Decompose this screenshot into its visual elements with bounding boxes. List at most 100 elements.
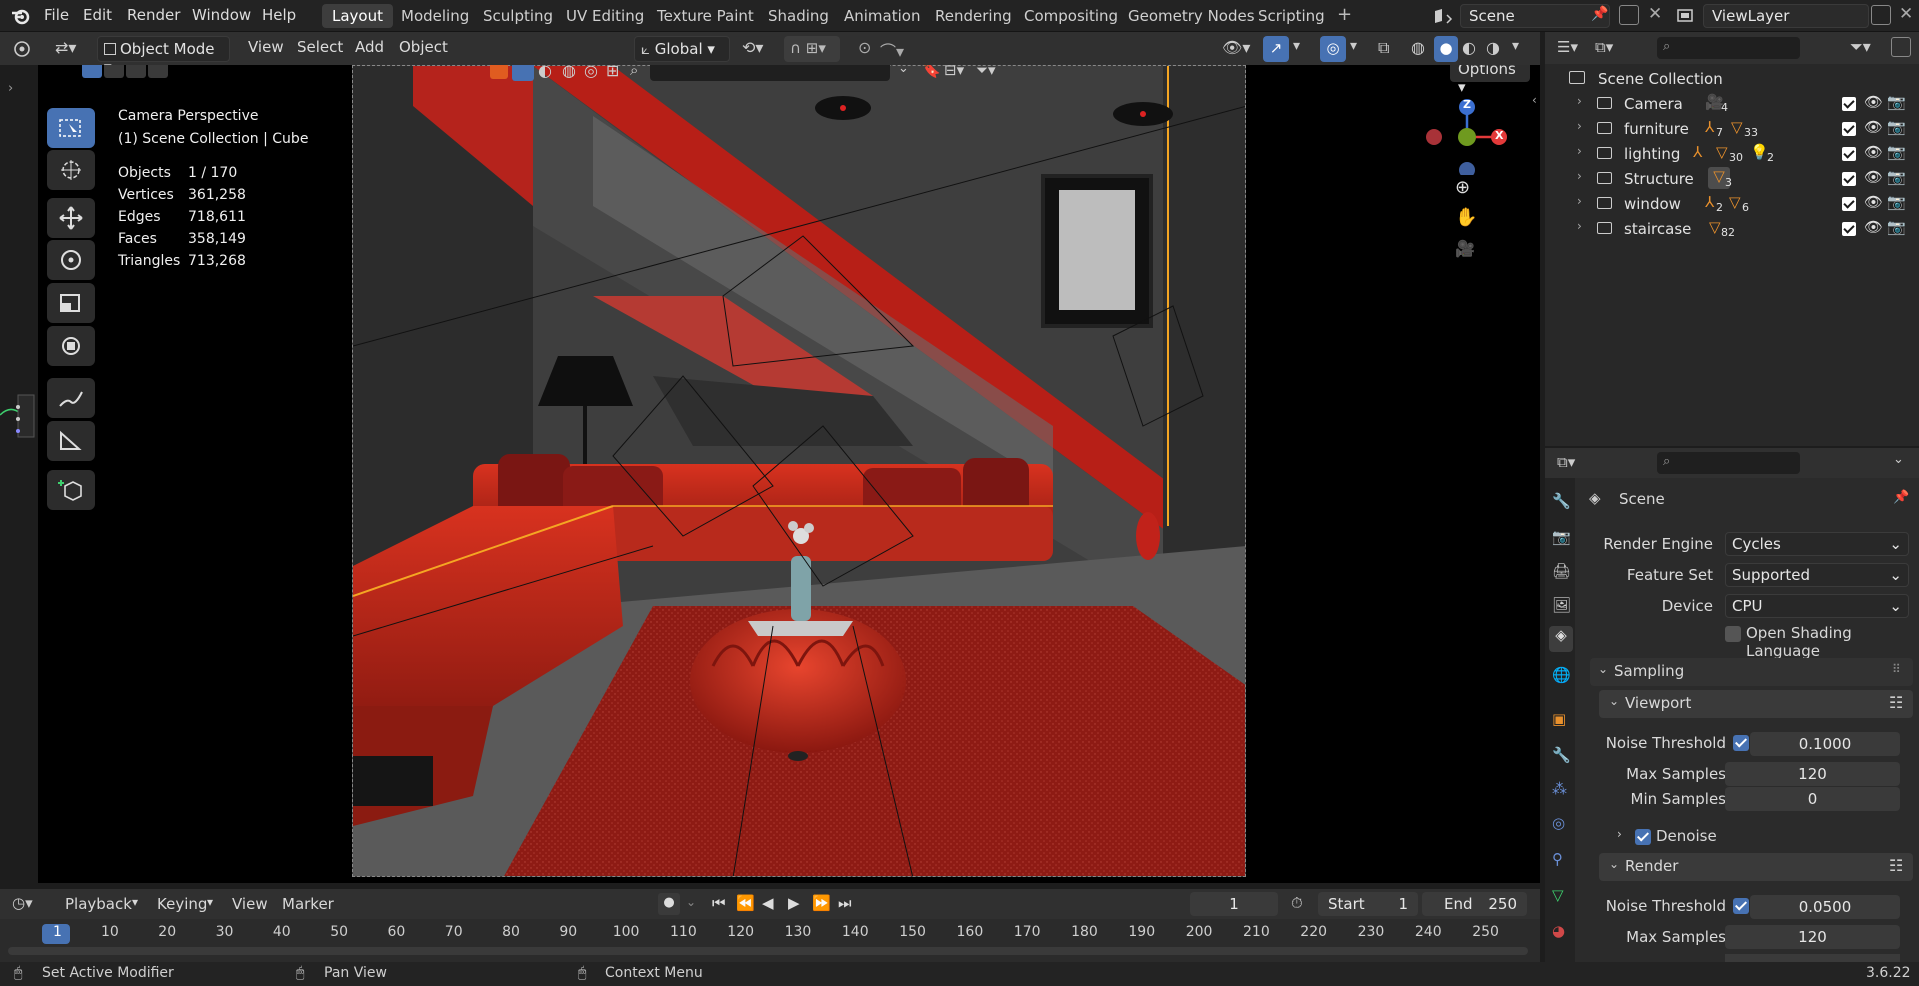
funnel-icon[interactable]: ⏷▾	[976, 65, 996, 79]
outliner-row-staircase[interactable]: › staircase ▽ 82 👁 📷	[1545, 217, 1919, 242]
transform-orientation-dropdown[interactable]: ⟀ Global ▾	[634, 36, 730, 62]
play-reverse-icon[interactable]: ◀	[762, 894, 774, 912]
falloff-icon[interactable]: ⌒▾	[880, 38, 904, 62]
move-tool[interactable]	[47, 198, 95, 238]
denoise-checkbox[interactable]	[1635, 829, 1651, 845]
menu-file[interactable]: File	[44, 6, 69, 24]
data-tab-icon[interactable]: ▽	[1552, 886, 1564, 904]
render-camera-icon[interactable]: 📷	[1887, 143, 1906, 161]
device-dropdown[interactable]: CPU ⌄	[1725, 594, 1909, 618]
viewport-noise-threshold-field[interactable]: 0.1000	[1750, 732, 1900, 756]
outliner-row-structure[interactable]: › Structure ▽ 3 👁 📷	[1545, 167, 1919, 192]
tab-geometry-nodes[interactable]: Geometry Nodes	[1118, 4, 1265, 28]
keying-menu[interactable]: Keying	[157, 895, 207, 913]
tab-sculpting[interactable]: Sculpting	[473, 4, 563, 28]
expand-icon[interactable]: ›	[1577, 119, 1582, 133]
constraints-tab-icon[interactable]: ⚲	[1552, 850, 1563, 868]
viewport-min-samples-field[interactable]: 0	[1725, 787, 1900, 811]
filter-camera-icon[interactable]: ⊞	[606, 65, 619, 80]
bookmark-icon[interactable]: 🔖	[922, 65, 941, 79]
modifier-tab-icon[interactable]: 🔧	[1552, 746, 1571, 764]
render-camera-icon[interactable]: 📷	[1887, 168, 1906, 186]
visibility-icon[interactable]: 👁▾	[1222, 38, 1250, 57]
sort-icon[interactable]: ⊟▾	[944, 65, 964, 79]
snap-toggle-icon[interactable]: ∩ ⊞▾	[784, 36, 840, 62]
add-cube-tool[interactable]	[47, 470, 95, 510]
expand-icon[interactable]: ›	[1577, 219, 1582, 233]
timeline-view-menu[interactable]: View	[232, 895, 268, 913]
osl-checkbox[interactable]	[1725, 626, 1741, 642]
render-camera-icon[interactable]: 📷	[1887, 118, 1906, 136]
outliner-row-camera[interactable]: › Camera 🎥 4 👁 📷	[1545, 92, 1919, 117]
render-tab-icon[interactable]: 📷	[1552, 528, 1571, 546]
marker-menu[interactable]: Marker	[282, 895, 334, 913]
select-extend-icon[interactable]	[104, 65, 124, 78]
eye-icon[interactable]: 👁	[1864, 218, 1883, 236]
filter-mesh-icon[interactable]	[512, 65, 534, 81]
eye-icon[interactable]: 👁	[1864, 118, 1883, 136]
viewport-subpanel-header[interactable]: ⌄ Viewport ☷	[1599, 690, 1913, 718]
pan-hand-icon[interactable]: ✋	[1455, 207, 1477, 228]
scene-icon[interactable]	[1432, 7, 1454, 25]
exclude-checkbox[interactable]	[1842, 97, 1856, 111]
tab-shading[interactable]: Shading	[758, 4, 839, 28]
scene-tab-icon[interactable]: ◈	[1549, 626, 1573, 652]
output-tab-icon[interactable]: 🖨	[1552, 562, 1571, 580]
exclude-checkbox[interactable]	[1842, 222, 1856, 236]
eye-icon[interactable]: 👁	[1864, 168, 1883, 186]
properties-search-input[interactable]: ⌕	[1657, 452, 1800, 474]
rotate-tool[interactable]	[47, 240, 95, 280]
menu-edit[interactable]: Edit	[83, 6, 112, 24]
editor-type-icon[interactable]	[12, 39, 32, 59]
filter-light-icon[interactable]: ◍	[562, 65, 576, 80]
filter-material-icon[interactable]: ◐	[538, 65, 552, 80]
denoise-subpanel-header[interactable]: › Denoise	[1599, 824, 1913, 850]
start-frame-field[interactable]: Start 1	[1318, 892, 1418, 916]
3d-viewport[interactable]: ◐ ◍ ◎ ⊞ ⌕ ⌄ 🔖 ⊟▾ ⏷▾ Options ▾ Camera Per…	[38, 65, 1540, 883]
view-layer-icon[interactable]	[1676, 7, 1698, 25]
cursor-tool[interactable]	[47, 150, 95, 190]
keyframe-type-icon[interactable]: ⌄	[686, 895, 696, 909]
filter-dropdown-icon[interactable]: ⌄	[898, 65, 909, 76]
menu-select[interactable]: Select	[297, 38, 343, 56]
exclude-checkbox[interactable]	[1842, 122, 1856, 136]
viewport-search-input[interactable]	[650, 65, 890, 81]
timeline-scrollbar[interactable]	[8, 947, 1528, 955]
exclude-checkbox[interactable]	[1842, 172, 1856, 186]
select-subtract-icon[interactable]	[126, 65, 146, 78]
playback-menu[interactable]: Playback	[65, 895, 132, 913]
overlays-dropdown-icon[interactable]: ▾	[1350, 38, 1357, 54]
eye-icon[interactable]: 👁	[1864, 193, 1883, 211]
select-intersect-icon[interactable]	[148, 65, 168, 78]
options-dropdown[interactable]: Options ▾	[1450, 65, 1530, 96]
axis-gizmo-icon[interactable]	[1418, 85, 1528, 178]
sidebar-toggle-icon[interactable]: ‹	[1532, 93, 1537, 107]
annotate-tool[interactable]	[47, 378, 95, 418]
render-subpanel-header[interactable]: ⌄ Render ☷	[1599, 853, 1913, 881]
properties-editor-icon[interactable]: ⧉▾	[1557, 453, 1575, 471]
material-shading-icon[interactable]: ◐	[1462, 38, 1476, 57]
preview-range-icon[interactable]: ⏱	[1291, 894, 1303, 912]
transform-tool[interactable]	[47, 326, 95, 366]
filter-world-icon[interactable]: ◎	[584, 65, 598, 80]
viewport-search-icon[interactable]: ⌕	[630, 65, 638, 79]
tool-tab-icon[interactable]: 🔧	[1552, 492, 1571, 510]
xray-icon[interactable]: ⧉	[1378, 38, 1389, 58]
world-tab-icon[interactable]: 🌐	[1552, 666, 1571, 684]
min-samples-field-cut[interactable]	[1725, 954, 1900, 962]
transform-pivot-icon[interactable]: ⇄▾	[55, 38, 76, 57]
rendered-shading-icon[interactable]: ◑	[1486, 38, 1500, 57]
expand-icon[interactable]: ›	[1577, 144, 1582, 158]
close-view-layer-icon[interactable]: ✕	[1899, 4, 1913, 24]
outliner-search-input[interactable]: ⌕	[1657, 37, 1800, 59]
eye-icon[interactable]: 👁	[1864, 93, 1883, 111]
add-workspace-icon[interactable]: +	[1337, 4, 1352, 25]
expand-arrow-icon[interactable]: ›	[8, 81, 13, 96]
jump-end-icon[interactable]: ⏭	[838, 894, 852, 912]
outliner-editor-icon[interactable]: ☰▾	[1557, 38, 1578, 56]
select-box-tool[interactable]	[47, 108, 95, 148]
new-view-layer-icon[interactable]	[1871, 5, 1891, 25]
pin-icon[interactable]: 📌	[1893, 490, 1909, 505]
overlays-toggle-icon[interactable]: ◎	[1320, 36, 1346, 62]
blender-logo-icon[interactable]	[10, 7, 30, 25]
